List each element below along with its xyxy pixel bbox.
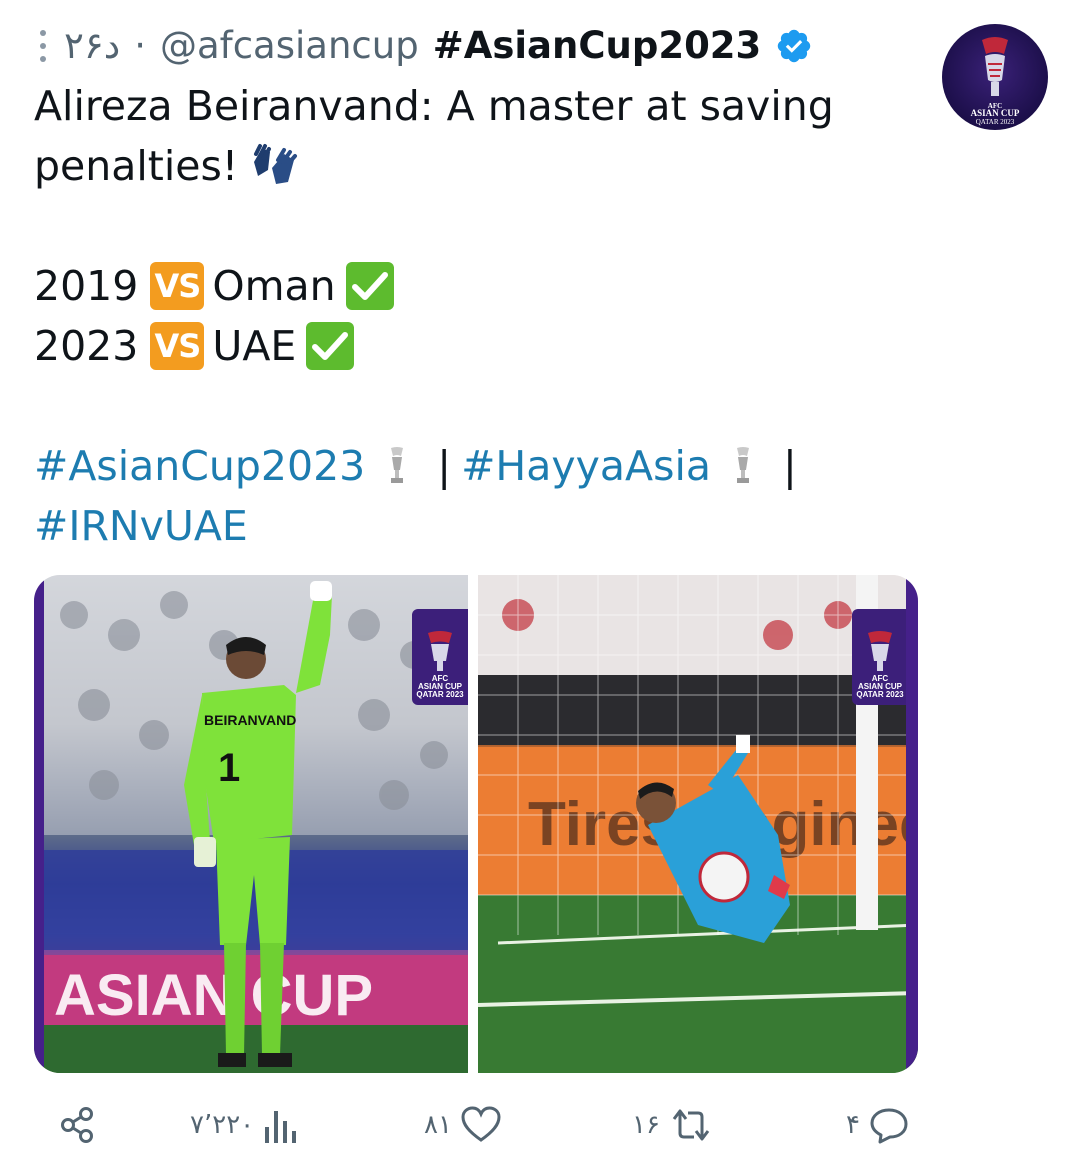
tweet-time[interactable]: ۲۶د (64, 22, 120, 70)
separator-dot: · (134, 24, 146, 67)
like-count: ۸۱ (424, 1110, 452, 1140)
asian-cup-watermark-icon: AFC ASIAN CUP QATAR 2023 (412, 609, 468, 705)
author-handle[interactable]: @afcasiancup (160, 22, 419, 70)
verified-badge-icon (778, 29, 811, 63)
match1-opponent: Oman (212, 262, 336, 310)
asian-cup-watermark-icon: AFC ASIAN CUP QATAR 2023 (852, 609, 908, 705)
trophy-icon (391, 447, 404, 483)
more-options-icon[interactable] (36, 26, 50, 66)
gloves-emoji-icon (254, 144, 298, 184)
retweet-icon (672, 1109, 710, 1141)
svg-text:QATAR 2023: QATAR 2023 (976, 118, 1015, 126)
retweet-count: ۱۶ (632, 1110, 660, 1140)
match2-year: 2023 (34, 322, 139, 370)
match2-opponent: UAE (212, 322, 297, 370)
views-button[interactable]: ۷٬۲۲۰ (190, 1098, 298, 1152)
views-count: ۷٬۲۲۰ (190, 1110, 255, 1140)
separator: | (782, 442, 797, 490)
jersey-name: BEIRANVAND (204, 712, 296, 728)
tweet-line-2: penalties! (34, 142, 239, 190)
like-button[interactable]: ۸۱ (424, 1098, 502, 1152)
brand-frame-bar (906, 575, 918, 1073)
tweet-media: ASIAN CUP BEIRANVAND 1 AFC ASIAN CUP QAT… (34, 575, 918, 1073)
match1-year: 2019 (34, 262, 139, 310)
reply-button[interactable]: ۴ (846, 1098, 910, 1152)
reply-bubble-icon (870, 1108, 908, 1144)
photo-goalkeeper-celebrating[interactable]: ASIAN CUP BEIRANVAND 1 AFC ASIAN CUP QAT… (34, 575, 468, 1073)
vs-badge-icon: VS (150, 262, 205, 310)
stadium-scene: ASIAN CUP BEIRANVAND 1 (44, 575, 468, 1073)
tweet-header: ۲۶د · @afcasiancup #AsianCup2023 (36, 22, 916, 70)
check-mark-icon (306, 322, 355, 370)
tweet-action-bar: ۷٬۲۲۰ ۸۱ ۱۶ ۴ (0, 1098, 1080, 1152)
retweet-button[interactable]: ۱۶ (632, 1098, 714, 1152)
author-avatar[interactable]: AFC ASIAN CUP QATAR 2023 (942, 24, 1048, 130)
tweet-text: Alireza Beiranvand: A master at saving p… (34, 76, 914, 556)
author-display-name[interactable]: #AsianCup2023 (433, 22, 762, 70)
separator: | (437, 442, 452, 490)
svg-text:ASIAN CUP: ASIAN CUP (971, 108, 1020, 118)
check-mark-icon (345, 262, 394, 310)
share-icon (61, 1107, 93, 1143)
ad-board-text-left: ASIAN CUP (54, 963, 373, 1028)
views-chart-icon (265, 1111, 297, 1143)
vs-badge-icon: VS (150, 322, 205, 370)
share-button[interactable] (58, 1098, 98, 1152)
watermark-line3: QATAR 2023 (416, 690, 464, 699)
tweet-line-1: Alireza Beiranvand: A master at saving (34, 82, 834, 130)
hashtag-irnvuae[interactable]: #IRNvUAE (34, 496, 248, 556)
asian-cup-logo-icon: AFC ASIAN CUP QATAR 2023 (971, 37, 1020, 126)
hashtag-hayyaasia[interactable]: #HayyaAsia (461, 436, 711, 496)
trophy-icon (736, 447, 749, 483)
jersey-number: 1 (218, 746, 240, 790)
heart-icon (461, 1106, 501, 1142)
watermark-line3: QATAR 2023 (856, 690, 904, 699)
reply-count: ۴ (846, 1110, 860, 1140)
photo-goalkeeper-saving[interactable]: Tires Engineer (478, 575, 918, 1073)
hashtag-asiancup2023[interactable]: #AsianCup2023 (34, 436, 365, 496)
